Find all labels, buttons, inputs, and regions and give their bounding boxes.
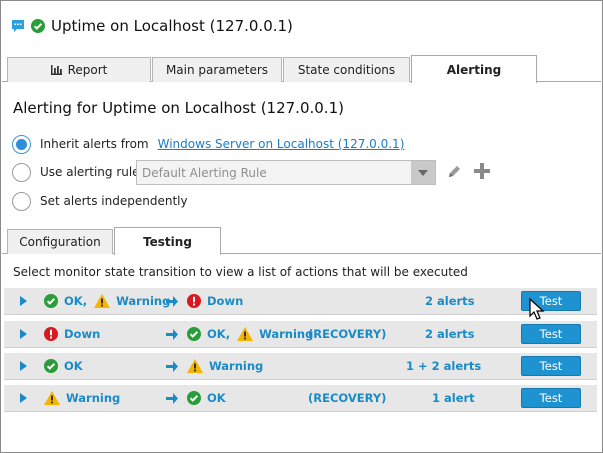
- tab-main-parameters[interactable]: Main parameters: [152, 57, 282, 82]
- window-frame: Uptime on Localhost (127.0.0.1) Report M…: [0, 0, 603, 453]
- to-state: Warning: [187, 353, 263, 379]
- from-state: OK: [44, 353, 83, 379]
- from-state-label: Down: [64, 327, 101, 341]
- recovery-label: (RECOVERY): [308, 391, 387, 405]
- warning-icon: [187, 359, 203, 373]
- test-button[interactable]: Test: [521, 356, 581, 376]
- transition-arrow-icon: [166, 321, 178, 347]
- independent-label: Set alerts independently: [40, 194, 188, 208]
- inherit-label: Inherit alerts from: [40, 137, 149, 151]
- tab-configuration-label: Configuration: [19, 235, 101, 249]
- tab-configuration[interactable]: Configuration: [7, 229, 113, 254]
- down-icon: [187, 294, 201, 308]
- expand-arrow-icon[interactable]: [20, 385, 27, 411]
- expand-arrow-icon[interactable]: [20, 353, 27, 379]
- to-state-label: Warning: [209, 359, 264, 373]
- tab-state-conditions-label: State conditions: [297, 63, 396, 77]
- row-divider: [4, 411, 597, 412]
- independent-radio[interactable]: [12, 191, 31, 211]
- test-button[interactable]: Test: [521, 324, 581, 344]
- tab-state-conditions[interactable]: State conditions: [283, 57, 410, 82]
- page-header: Uptime on Localhost (127.0.0.1): [11, 13, 293, 39]
- transition-arrow-icon: [166, 385, 178, 411]
- inherit-source-link[interactable]: Windows Server on Localhost (127.0.0.1): [158, 137, 405, 151]
- transition-arrow-icon: [166, 353, 178, 379]
- inherit-radio[interactable]: [12, 134, 31, 154]
- ok-icon: [44, 294, 58, 308]
- transition-arrow-icon: [166, 288, 178, 314]
- from-state: Down: [44, 321, 100, 347]
- to-state-label: OK: [207, 391, 226, 405]
- alerts-count: 2 alerts: [425, 294, 475, 308]
- alerting-rule-select[interactable]: Default Alerting Rule: [136, 160, 436, 185]
- option-alerting-rule[interactable]: Use alerting rule: [12, 161, 140, 183]
- ok-icon: [187, 327, 201, 341]
- recovery-label: (RECOVERY): [308, 327, 387, 341]
- down-icon: [44, 327, 58, 341]
- tab-testing[interactable]: Testing: [114, 227, 221, 255]
- to-state: Down: [187, 288, 243, 314]
- to-state-label-2: Warning: [259, 327, 314, 341]
- option-independent[interactable]: Set alerts independently: [12, 190, 188, 212]
- tab-main-parameters-label: Main parameters: [165, 63, 269, 77]
- expand-arrow-icon[interactable]: [20, 288, 27, 314]
- from-state-label: OK,: [64, 294, 88, 308]
- test-button[interactable]: Test: [521, 388, 581, 408]
- ok-icon: [187, 391, 201, 405]
- page-title: Uptime on Localhost (127.0.0.1): [51, 17, 293, 35]
- tab-alerting-label: Alerting: [446, 62, 502, 77]
- expand-arrow-icon[interactable]: [20, 321, 27, 347]
- tab-testing-label: Testing: [143, 234, 192, 249]
- tab-alerting[interactable]: Alerting: [411, 55, 537, 83]
- sub-tabs: Configuration Testing: [2, 227, 601, 255]
- transition-row[interactable]: Warning OK (RECOVERY) 1 alert Test: [4, 385, 597, 411]
- chat-icon: [12, 20, 24, 32]
- bar-chart-icon: [50, 65, 62, 75]
- add-rule-icon[interactable]: [473, 162, 491, 180]
- tab-report[interactable]: Report: [7, 57, 151, 82]
- row-divider: [4, 347, 597, 348]
- warning-icon: [237, 327, 254, 341]
- ok-status-icon: [31, 19, 45, 33]
- row-divider: [4, 314, 597, 315]
- alerting-rule-radio[interactable]: [12, 162, 31, 182]
- alerting-rule-value: Default Alerting Rule: [142, 165, 267, 180]
- option-inherit[interactable]: Inherit alerts from Windows Server on Lo…: [12, 133, 404, 155]
- alerting-rule-label: Use alerting rule: [40, 165, 140, 179]
- alerts-count: 2 alerts: [425, 327, 475, 341]
- from-state-label: OK: [64, 359, 83, 373]
- to-state: OK: [187, 385, 226, 411]
- alerts-count: 1 + 2 alerts: [406, 359, 482, 373]
- chevron-down-icon[interactable]: [411, 161, 435, 184]
- mouse-cursor-icon: [529, 298, 545, 320]
- from-state-label-2: Warning: [116, 294, 171, 308]
- ok-icon: [44, 359, 58, 373]
- row-divider: [4, 379, 597, 380]
- section-title: Alerting for Uptime on Localhost (127.0.…: [13, 99, 344, 117]
- from-state: OK, Warning: [44, 288, 170, 314]
- alerts-count: 1 alert: [432, 391, 475, 405]
- from-state: Warning: [44, 385, 120, 411]
- tab-report-label: Report: [67, 63, 108, 77]
- warning-icon: [44, 391, 60, 405]
- instructions-text: Select monitor state transition to view …: [13, 265, 468, 279]
- warning-icon: [94, 294, 111, 308]
- to-state-label: Down: [207, 294, 244, 308]
- transition-row[interactable]: OK Warning 1 + 2 alerts Test: [4, 353, 597, 379]
- main-tabs: Report Main parameters State conditions …: [2, 55, 601, 83]
- to-state-label: OK,: [207, 327, 231, 341]
- transition-row[interactable]: Down OK, Warning (RECOVERY) 2 alerts Tes…: [4, 321, 597, 347]
- to-state: OK, Warning: [187, 321, 313, 347]
- transition-row[interactable]: OK, Warning Down 2 alerts Test: [4, 288, 597, 314]
- edit-pencil-icon[interactable]: [447, 164, 462, 179]
- from-state-label: Warning: [66, 391, 121, 405]
